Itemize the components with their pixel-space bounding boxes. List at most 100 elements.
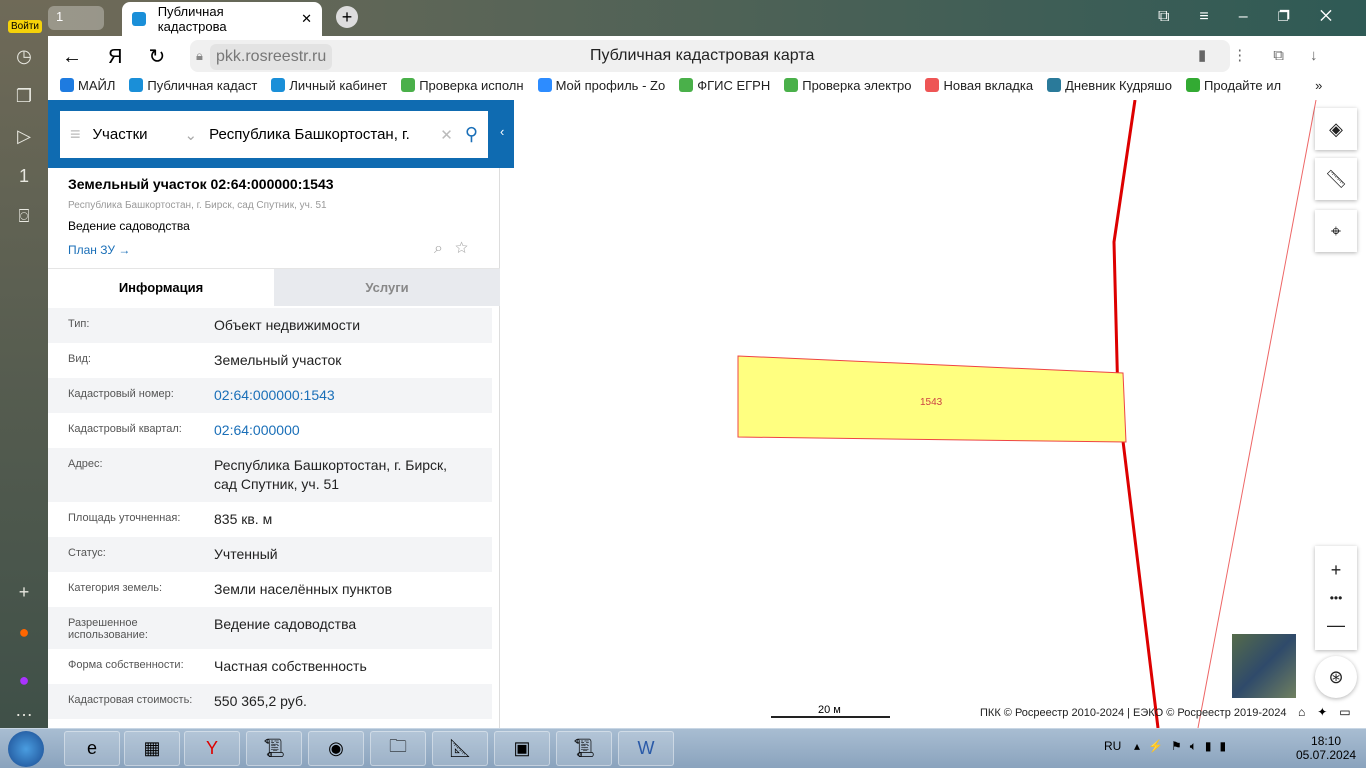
info-value: Частная собственность <box>214 658 367 674</box>
info-value[interactable]: 02:64:000000:1543 <box>214 386 472 405</box>
info-table: Тип: Объект недвижимости Вид: Земельный уча… <box>48 308 492 719</box>
bookmark[interactable]: Проверка электро <box>784 78 911 93</box>
more-icon[interactable]: … <box>12 698 36 722</box>
taskbar-explorer[interactable]: 🗀 <box>370 731 426 766</box>
info-row: Статус: Учтенный <box>48 537 492 572</box>
locate-button[interactable]: ⌖ <box>1315 210 1357 252</box>
clock-date[interactable]: 05.07.2024 <box>1296 748 1356 762</box>
bookmark[interactable]: Публичная кадаст <box>129 78 257 93</box>
taskbar-scroll2[interactable]: 📜︎ <box>556 731 612 766</box>
taskbar-word[interactable]: W <box>618 731 674 766</box>
chevron-down-icon[interactable]: ⌄ <box>185 126 198 144</box>
info-label: Кадастровая стоимость: <box>68 694 193 706</box>
info-row: Адрес: Республика Башкортостан, г. Бирск,… <box>48 448 492 502</box>
start-button[interactable] <box>8 731 44 767</box>
info-value[interactable]: 02:64:000000 <box>214 421 472 440</box>
info-value: 835 кв. м <box>214 511 273 527</box>
bookmark[interactable]: ФГИС ЕГРН <box>679 78 770 93</box>
object-use: Ведение садоводства <box>68 219 190 233</box>
taskbar-ie[interactable]: e <box>64 731 120 766</box>
menu-icon[interactable]: ≡ <box>70 124 81 145</box>
taskbar-chrome[interactable]: ◉ <box>308 731 364 766</box>
bookmark[interactable]: Продайте ил <box>1185 78 1281 93</box>
info-row: Кадастровый номер: 02:64:000000:1543 <box>48 378 492 413</box>
layers-button[interactable]: ◈ <box>1315 108 1357 150</box>
bookmark[interactable]: Личный кабинет <box>271 78 387 93</box>
zoom-controls[interactable]: + ••• — <box>1315 546 1357 650</box>
parcel-label[interactable]: 1543 <box>920 397 942 408</box>
zoom-out-icon: — <box>1327 615 1345 635</box>
history-icon[interactable]: ◷ <box>12 44 36 68</box>
info-label: Тип: <box>68 318 90 330</box>
new-tab-icon[interactable]: + <box>336 6 358 28</box>
window-controls[interactable]: ⧉≡–❐✕ <box>1158 8 1362 26</box>
taskbar-geometry[interactable]: 📐︎ <box>432 731 488 766</box>
taskbar-calculator[interactable]: ▦ <box>124 731 180 766</box>
search-input[interactable]: Республика Башкортостан, г. <box>209 126 428 143</box>
login-button[interactable]: Войти <box>8 20 42 33</box>
taskbar-pdf[interactable]: ▣ <box>494 731 550 766</box>
ruler-button[interactable]: 📏︎ <box>1315 158 1357 200</box>
map-footer-icons[interactable]: ⌂✦▭ <box>1298 705 1363 719</box>
alice-icon[interactable]: ● <box>12 668 36 692</box>
info-label: Разрешенное использование: <box>68 617 148 641</box>
taskbar-scroll[interactable]: 📜︎ <box>246 731 302 766</box>
tray-icons[interactable]: ▴⚡⚑🔈︎▮▮ <box>1134 739 1234 754</box>
lock-icon: 🔒︎ <box>196 48 203 63</box>
clear-icon[interactable]: ✕ <box>440 126 453 144</box>
info-label: Площадь уточненная: <box>68 512 181 524</box>
zoom-in-icon: + <box>1330 560 1342 580</box>
clock-time[interactable]: 18:10 <box>1296 734 1356 748</box>
info-value: Республика Башкортостан, г. Бирск, сад С… <box>214 457 448 492</box>
screenshot-icon[interactable]: ⌼ <box>12 204 36 228</box>
bookmark[interactable]: МАЙЛ <box>60 78 115 93</box>
nav-buttons[interactable]: ←Я↻ <box>62 44 191 69</box>
scale-label: 20 м <box>818 704 841 716</box>
mail-icon[interactable]: ● <box>12 620 36 644</box>
close-tab-icon[interactable]: ✕ <box>301 11 312 27</box>
plan-link[interactable]: План ЗУ → <box>68 243 130 257</box>
info-row: Форма собственности: Частная собственност… <box>48 649 492 684</box>
info-row: Кадастровый квартал: 02:64:000000 <box>48 413 492 448</box>
tab-count-button[interactable]: 1 <box>48 6 104 30</box>
bookmarks-more[interactable]: » <box>1315 78 1322 93</box>
bookmark[interactable]: Проверка исполн <box>401 78 524 93</box>
tab-information[interactable]: Информация <box>48 269 274 306</box>
info-value: Учтенный <box>214 546 278 562</box>
info-row: Кадастровая стоимость: 550 365,2 руб. <box>48 684 492 719</box>
tab-services[interactable]: Услуги <box>274 269 500 306</box>
active-tab[interactable]: Публичная кадастрова ✕ <box>122 2 322 36</box>
object-address: Республика Башкортостан, г. Бирск, сад С… <box>68 200 327 211</box>
object-title: Земельный участок 02:64:000000:1543 <box>68 176 334 192</box>
tab-title: Публичная кадастрова <box>157 4 227 34</box>
search-icon[interactable]: ⚲ <box>465 124 478 145</box>
collapse-panel-icon[interactable]: ‹ <box>500 124 504 139</box>
language-indicator[interactable]: RU <box>1104 739 1121 753</box>
info-label: Вид: <box>68 353 91 365</box>
satellite-thumbnail[interactable] <box>1232 634 1296 698</box>
info-label: Статус: <box>68 547 106 559</box>
info-row: Вид: Земельный участок <box>48 343 492 378</box>
info-row: Категория земель: Земли населённых пункто… <box>48 572 492 607</box>
bookmark-icon[interactable]: ▮⋮⧉↓ <box>1198 46 1343 64</box>
add-icon[interactable]: + <box>12 580 36 604</box>
info-row: Тип: Объект недвижимости <box>48 308 492 343</box>
play-icon[interactable]: ▷ <box>12 124 36 148</box>
copyright: ПКК © Росреестр 2010-2024 | ЕЭКО © Росре… <box>980 707 1287 719</box>
url-text[interactable]: pkk.rosreestr.ru <box>210 44 333 70</box>
tab-count-icon[interactable]: 1 <box>12 164 36 188</box>
bookmark[interactable]: Новая вкладка <box>925 78 1033 93</box>
search-box: ≡ Участки ⌄ Республика Башкортостан, г. … <box>60 111 488 158</box>
info-label: Форма собственности: <box>68 659 184 671</box>
search-doc-star-icons[interactable]: ⌕☆ <box>434 240 480 258</box>
bookmark[interactable]: Дневник Кудряшо <box>1047 78 1172 93</box>
info-label: Адрес: <box>68 458 103 470</box>
bookmark[interactable]: Мой профиль - Zo <box>537 78 665 93</box>
taskbar-yandex[interactable]: Y <box>184 731 240 766</box>
category-select[interactable]: Участки <box>93 126 173 143</box>
info-value: Земли населённых пунктов <box>214 581 393 597</box>
collections-icon[interactable]: ❐ <box>12 84 36 108</box>
compass-button[interactable]: ⊛ <box>1315 656 1357 698</box>
info-row: Площадь уточненная: 835 кв. м <box>48 502 492 537</box>
info-value: 550 365,2 руб. <box>214 693 307 709</box>
